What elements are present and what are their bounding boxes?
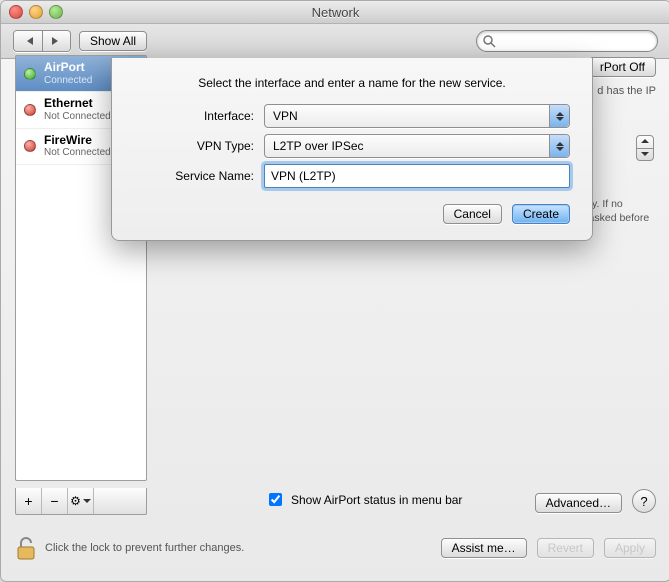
interface-value: VPN [273,109,298,123]
turn-airport-off-wrap: rPort Off [589,57,656,77]
create-button[interactable]: Create [512,204,570,224]
advanced-button[interactable]: Advanced… [535,493,622,513]
chevron-right-icon [52,37,62,45]
zoom-icon[interactable] [49,5,63,19]
vpntype-label: VPN Type: [134,139,254,153]
show-in-menubar-label: Show AirPort status in menu bar [291,493,462,507]
vpntype-popup[interactable]: L2TP over IPSec [264,134,570,158]
network-prefpane-window: Network Show All AirPort Connected [0,0,669,582]
show-all-button[interactable]: Show All [79,31,147,51]
gear-icon: ⚙ [70,494,81,508]
new-service-sheet: Select the interface and enter a name fo… [111,58,593,241]
sidebar-footer: + − ⚙ [15,488,147,515]
assist-me-button[interactable]: Assist me… [441,538,527,558]
vpntype-value: L2TP over IPSec [273,139,364,153]
bottom-bar: Click the lock to prevent further change… [15,529,656,567]
sidebar-item-label: Ethernet [44,97,111,111]
toolbar: Show All [1,24,669,59]
interface-popup[interactable]: VPN [264,104,570,128]
window-title: Network [312,5,360,20]
apply-button[interactable]: Apply [604,538,656,558]
lock-text: Click the lock to prevent further change… [45,542,244,554]
interface-row: Interface: VPN [134,104,570,128]
status-dot-icon [24,140,36,152]
show-in-menubar-checkbox[interactable] [269,493,282,506]
chevron-down-icon [83,499,91,503]
service-name-row: Service Name: [134,164,570,188]
sidebar-item-status: Connected [44,75,92,87]
sheet-actions: Cancel Create [134,204,570,224]
interface-label: Interface: [134,109,254,123]
titlebar: Network [1,1,669,24]
cancel-button[interactable]: Cancel [443,204,502,224]
traffic-lights [9,5,63,19]
service-name-label: Service Name: [134,169,254,183]
sidebar-item-label: FireWire [44,134,111,148]
turn-airport-off-button[interactable]: rPort Off [589,57,656,77]
revert-button[interactable]: Revert [537,538,594,558]
help-icon: ? [640,494,647,509]
chevron-left-icon [23,37,33,45]
menubar-row: Show AirPort status in menu bar [265,490,462,509]
search-field-wrap[interactable] [476,30,658,52]
close-icon[interactable] [9,5,23,19]
sidebar-item-status: Not Connected [44,147,111,159]
status-text: d has the IP [597,85,656,97]
sidebar-item-label: AirPort [44,61,92,75]
status-dot-icon [24,104,36,116]
service-actions-button[interactable]: ⚙ [68,488,94,514]
chevron-up-icon [641,139,649,143]
search-input[interactable] [499,33,649,49]
service-name-input[interactable] [264,164,570,188]
minimize-icon[interactable] [29,5,43,19]
forward-button[interactable] [42,31,70,51]
remove-service-button[interactable]: − [42,488,68,514]
lock-row: Click the lock to prevent further change… [15,535,244,561]
network-name-popup-stepper[interactable] [636,135,654,161]
sidebar-item-status: Not Connected [44,111,111,123]
nav-segmented [13,30,71,52]
add-service-button[interactable]: + [16,488,42,514]
vpntype-row: VPN Type: L2TP over IPSec [134,134,570,158]
popup-arrows-icon [549,105,569,127]
sheet-intro: Select the interface and enter a name fo… [134,76,570,90]
search-icon [482,34,496,48]
chevron-down-icon [641,152,649,156]
status-dot-icon [24,68,36,80]
popup-arrows-icon [549,135,569,157]
help-button[interactable]: ? [632,489,656,513]
lock-icon[interactable] [15,535,37,561]
back-button[interactable] [14,31,42,51]
